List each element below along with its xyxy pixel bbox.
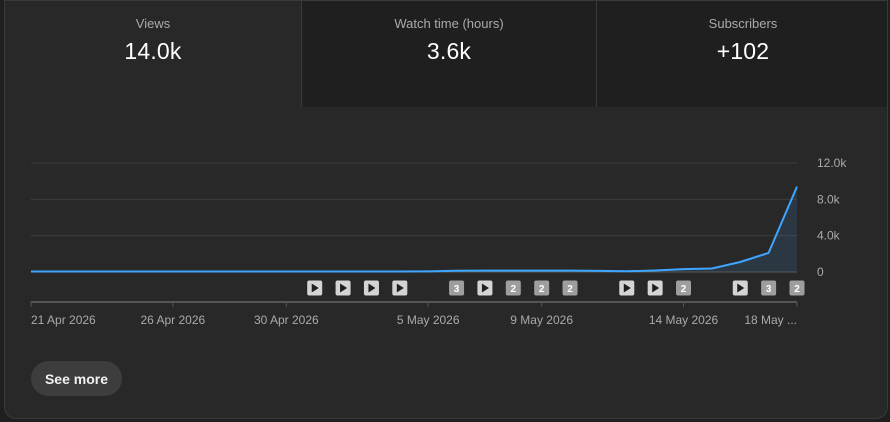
- upload-count: 3: [766, 284, 772, 295]
- analytics-card: Views 14.0k Watch time (hours) 3.6k Subs…: [4, 0, 888, 419]
- data-point: [682, 268, 684, 270]
- data-point: [257, 270, 259, 272]
- data-point: [30, 270, 32, 272]
- data-point: [115, 270, 117, 272]
- video-upload-marker[interactable]: [647, 280, 663, 296]
- y-tick-label: 8.0k: [817, 192, 841, 206]
- data-point: [512, 269, 514, 271]
- x-tick-label: 14 May 2026: [649, 313, 719, 327]
- data-point: [370, 270, 372, 272]
- data-point: [285, 270, 287, 272]
- data-point: [569, 269, 571, 271]
- data-point: [711, 267, 713, 269]
- y-tick-label: 12.0k: [817, 156, 847, 170]
- x-tick-label: 5 May 2026: [397, 313, 460, 327]
- multi-upload-marker[interactable]: 2: [534, 280, 550, 296]
- multi-upload-marker[interactable]: 2: [789, 280, 805, 296]
- video-upload-marker[interactable]: [392, 280, 408, 296]
- upload-count: 2: [511, 284, 517, 295]
- data-point: [200, 270, 202, 272]
- views-chart: 12.0k 8.0k 4.0k 0 3 2 2 2 2 3 2 21 Apr 2026 26 Apr 2…: [30, 156, 847, 327]
- video-upload-marker[interactable]: [732, 280, 748, 296]
- upload-count: 3: [454, 284, 460, 295]
- data-point: [626, 270, 628, 272]
- multi-upload-marker[interactable]: 2: [676, 280, 692, 296]
- data-point: [58, 270, 60, 272]
- data-point: [484, 269, 486, 271]
- data-point: [87, 270, 89, 272]
- data-point: [739, 261, 741, 263]
- data-point: [597, 270, 599, 272]
- x-tick-label: 18 May ...: [744, 313, 797, 327]
- data-point: [540, 269, 542, 271]
- y-tick-label: 0: [817, 265, 824, 279]
- multi-upload-marker[interactable]: 3: [761, 280, 777, 296]
- multi-upload-marker[interactable]: 3: [449, 280, 465, 296]
- video-upload-marker[interactable]: [477, 280, 493, 296]
- multi-upload-marker[interactable]: 2: [505, 280, 521, 296]
- upload-count: 2: [794, 284, 800, 295]
- data-point: [767, 252, 769, 254]
- data-point: [399, 270, 401, 272]
- multi-upload-marker[interactable]: 2: [562, 280, 578, 296]
- video-upload-marker[interactable]: [619, 280, 635, 296]
- data-point: [172, 270, 174, 272]
- data-point: [314, 270, 316, 272]
- data-point: [342, 270, 344, 272]
- see-more-button[interactable]: See more: [31, 361, 122, 396]
- x-tick-label: 21 Apr 2026: [31, 313, 96, 327]
- upload-count: 2: [567, 284, 573, 295]
- data-point: [228, 270, 230, 272]
- data-point: [143, 270, 145, 272]
- x-tick-label: 30 Apr 2026: [254, 313, 319, 327]
- video-upload-marker[interactable]: [363, 280, 379, 296]
- data-point: [455, 270, 457, 272]
- upload-count: 2: [681, 284, 687, 295]
- data-point: [796, 185, 798, 187]
- video-upload-marker[interactable]: [307, 280, 323, 296]
- upload-count: 2: [539, 284, 545, 295]
- x-tick-label: 9 May 2026: [510, 313, 573, 327]
- video-upload-marker[interactable]: [335, 280, 351, 296]
- y-tick-label: 4.0k: [817, 229, 841, 243]
- data-point: [427, 270, 429, 272]
- data-point: [654, 269, 656, 271]
- x-tick-label: 26 Apr 2026: [140, 313, 205, 327]
